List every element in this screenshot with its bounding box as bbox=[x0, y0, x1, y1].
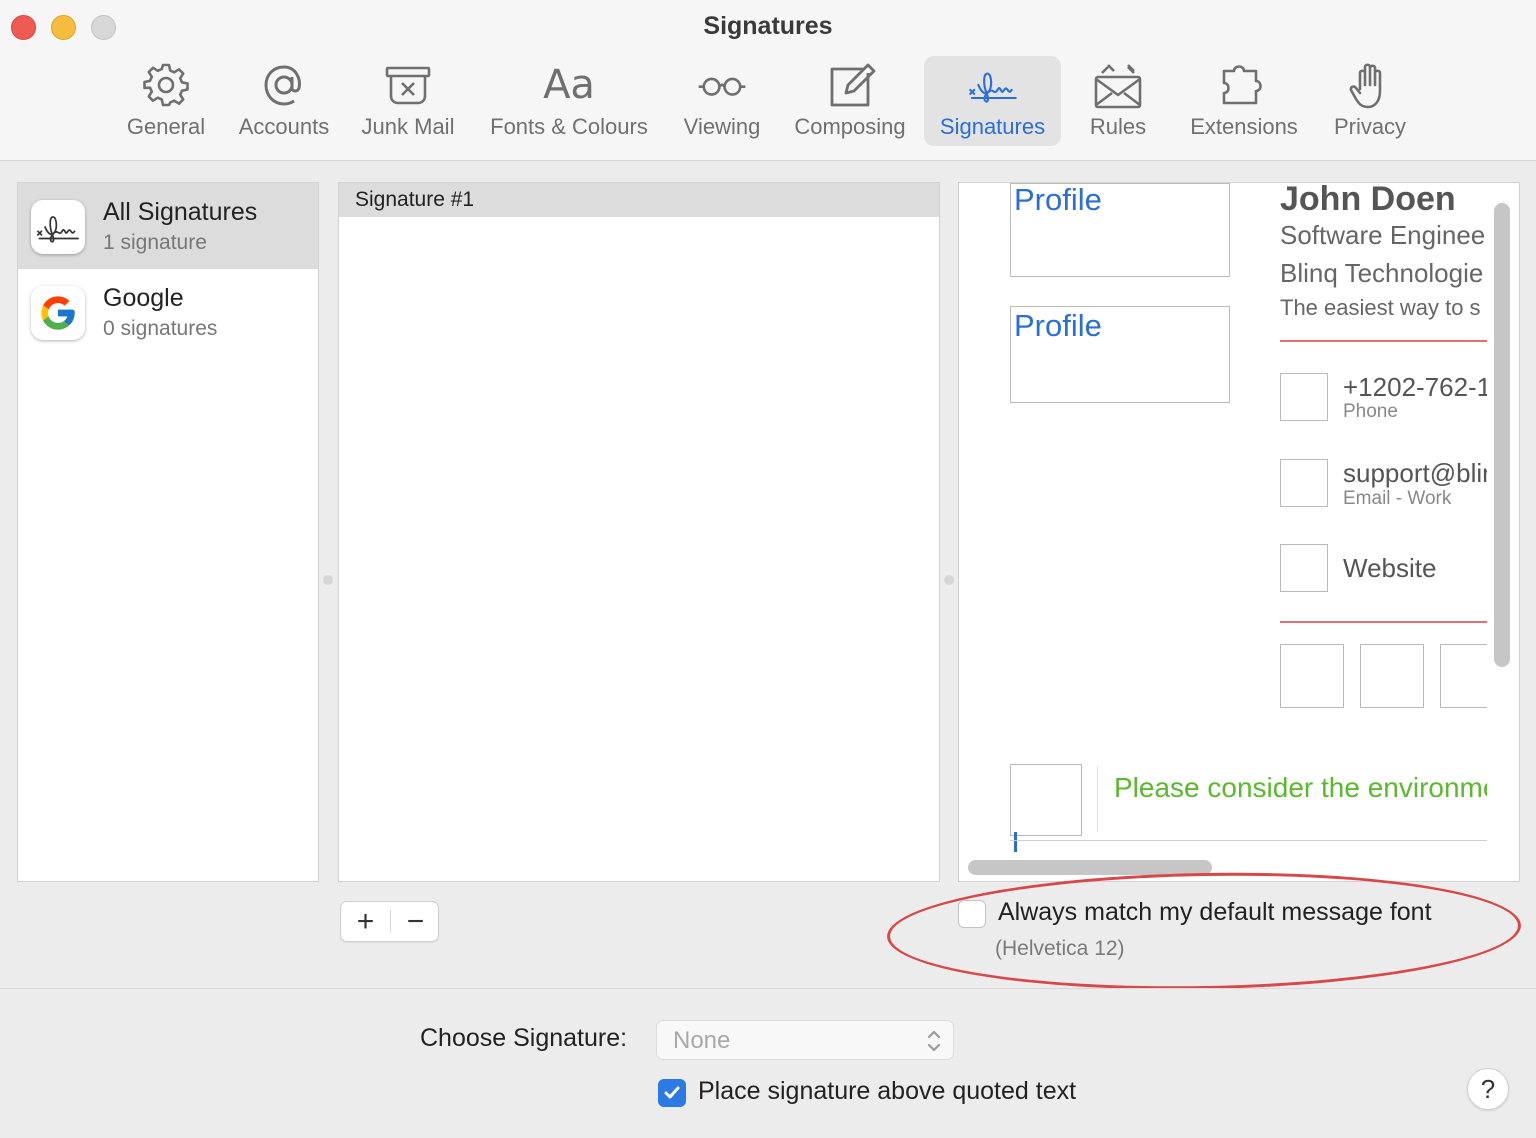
tab-composing-label: Composing bbox=[794, 114, 906, 139]
signature-item[interactable]: Signature #1 bbox=[339, 183, 939, 217]
signature-name: John Doen bbox=[1280, 180, 1456, 218]
accounts-list: All Signatures 1 signature Google 0 sign… bbox=[17, 182, 319, 882]
environment-note: Please consider the environme bbox=[1114, 772, 1499, 803]
account-item-all-signatures[interactable]: All Signatures 1 signature bbox=[18, 183, 318, 269]
gear-icon bbox=[138, 56, 194, 114]
junk-tray-icon bbox=[380, 56, 436, 114]
tab-privacy[interactable]: Privacy bbox=[1326, 56, 1414, 146]
vertical-scrollbar[interactable] bbox=[1494, 203, 1510, 667]
website-link: Website bbox=[1343, 553, 1437, 583]
account-signature-count: 1 signature bbox=[103, 231, 207, 254]
website-icon-placeholder bbox=[1280, 544, 1328, 592]
tab-privacy-label: Privacy bbox=[1333, 114, 1407, 139]
signature-list: Signature #1 bbox=[338, 182, 940, 882]
signature-company: Blinq Technologie bbox=[1280, 258, 1484, 288]
splitter-handle[interactable] bbox=[323, 575, 333, 585]
signature-job-title: Software Enginee bbox=[1280, 220, 1486, 250]
account-name: Google bbox=[103, 284, 184, 312]
environment-icon-placeholder bbox=[1010, 764, 1082, 836]
phone-value: +1202-762-1 bbox=[1343, 372, 1492, 402]
account-item-google[interactable]: Google 0 signatures bbox=[18, 269, 318, 355]
tab-general-label: General bbox=[126, 114, 206, 139]
add-remove-control: + − bbox=[340, 901, 439, 942]
toolbar: Signatures General Accounts Junk Mail Aa… bbox=[0, 0, 1536, 161]
tab-junk-mail[interactable]: Junk Mail bbox=[354, 56, 462, 146]
tab-fonts-colours-label: Fonts & Colours bbox=[490, 114, 648, 139]
phone-label: Phone bbox=[1343, 401, 1398, 422]
hand-icon bbox=[1342, 56, 1398, 114]
above-quoted-checkbox[interactable] bbox=[658, 1079, 686, 1107]
glasses-icon bbox=[694, 56, 750, 114]
tab-viewing-label: Viewing bbox=[683, 114, 761, 139]
tab-rules-label: Rules bbox=[1089, 114, 1147, 139]
splitter-handle[interactable] bbox=[944, 575, 954, 585]
remove-signature-button[interactable]: − bbox=[391, 902, 440, 941]
compose-pencil-icon bbox=[822, 56, 878, 114]
tab-extensions[interactable]: Extensions bbox=[1180, 56, 1308, 146]
tab-viewing[interactable]: Viewing bbox=[676, 56, 768, 146]
tab-accounts-label: Accounts bbox=[238, 114, 330, 139]
choose-signature-value: None bbox=[673, 1027, 731, 1054]
tab-fonts-colours[interactable]: Aa Fonts & Colours bbox=[480, 56, 658, 146]
text-cursor bbox=[1014, 832, 1017, 852]
tab-signatures-label: Signatures bbox=[939, 114, 1046, 139]
social-icon-placeholder bbox=[1280, 644, 1344, 708]
choose-signature-select[interactable]: None bbox=[656, 1020, 954, 1060]
divider bbox=[1097, 766, 1098, 832]
match-font-label[interactable]: Always match my default message font bbox=[998, 898, 1432, 927]
highlight-annotation bbox=[886, 867, 1522, 995]
profile-alt-text: Profile bbox=[1014, 308, 1102, 343]
horizontal-scrollbar[interactable] bbox=[968, 860, 1212, 875]
profile-alt-text: Profile bbox=[1014, 182, 1102, 217]
font-aa-icon: Aa bbox=[541, 56, 597, 114]
match-font-checkbox[interactable] bbox=[958, 900, 986, 928]
tab-extensions-label: Extensions bbox=[1190, 114, 1298, 139]
above-quoted-label[interactable]: Place signature above quoted text bbox=[698, 1077, 1076, 1106]
signature-icon bbox=[31, 200, 85, 254]
choose-signature-label: Choose Signature: bbox=[420, 1024, 628, 1052]
tab-signatures[interactable]: Signatures bbox=[924, 56, 1061, 146]
email-icon-placeholder bbox=[1280, 459, 1328, 507]
divider bbox=[1280, 340, 1490, 342]
divider bbox=[1280, 621, 1490, 623]
social-icon-placeholder bbox=[1360, 644, 1424, 708]
phone-icon-placeholder bbox=[1280, 373, 1328, 421]
tab-general[interactable]: General bbox=[118, 56, 214, 146]
font-aa-glyph: Aa bbox=[543, 62, 595, 108]
account-signature-count: 0 signatures bbox=[103, 317, 218, 340]
rules-envelope-icon bbox=[1090, 56, 1146, 114]
help-button[interactable]: ? bbox=[1467, 1068, 1509, 1110]
match-font-sublabel: (Helvetica 12) bbox=[995, 937, 1125, 960]
divider bbox=[1010, 840, 1488, 841]
signature-icon bbox=[965, 56, 1021, 114]
window-title: Signatures bbox=[703, 12, 833, 40]
tab-rules[interactable]: Rules bbox=[1078, 56, 1158, 146]
puzzle-icon bbox=[1216, 56, 1272, 114]
updown-chevron-icon bbox=[925, 1027, 943, 1055]
add-signature-button[interactable]: + bbox=[341, 902, 390, 941]
email-value: support@blin bbox=[1343, 458, 1497, 488]
signature-tagline: The easiest way to s bbox=[1280, 295, 1481, 320]
account-name: All Signatures bbox=[103, 198, 258, 226]
email-label: Email - Work bbox=[1343, 488, 1452, 509]
at-sign-icon bbox=[256, 56, 312, 114]
footer bbox=[0, 988, 1536, 1138]
checkmark-icon bbox=[664, 1086, 680, 1099]
tab-accounts[interactable]: Accounts bbox=[230, 56, 338, 146]
tab-junk-mail-label: Junk Mail bbox=[361, 114, 455, 139]
google-g-icon bbox=[31, 286, 85, 340]
tab-composing[interactable]: Composing bbox=[786, 56, 914, 146]
